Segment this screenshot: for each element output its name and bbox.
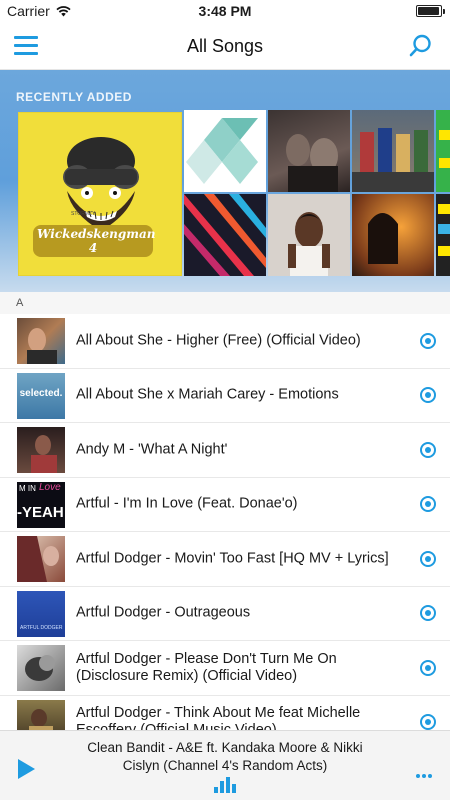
download-indicator-icon[interactable] — [420, 387, 436, 404]
play-icon[interactable] — [18, 759, 35, 779]
song-title: Andy M - 'What A Night' — [76, 441, 228, 458]
download-indicator-icon[interactable] — [420, 441, 436, 458]
song-row[interactable]: selected. All About She x Mariah Carey -… — [0, 369, 450, 423]
download-indicator-icon[interactable] — [420, 332, 436, 349]
album-tile[interactable] — [184, 110, 266, 192]
battery-icon — [416, 5, 445, 17]
page-title: All Songs — [186, 36, 264, 56]
recently-added-title: RECENTLY ADDED — [16, 90, 132, 104]
album-tile[interactable] — [268, 194, 350, 276]
song-thumbnail — [17, 427, 65, 473]
song-list: All About She - Higher (Free) (Official … — [0, 314, 450, 730]
song-row[interactable]: All About She - Higher (Free) (Official … — [0, 314, 450, 369]
song-title: Artful Dodger - Please Don't Turn Me On … — [76, 650, 337, 684]
now-playing-title[interactable]: Clean Bandit - A&E ft. Kandaka Moore & N… — [70, 739, 380, 775]
album-tile[interactable] — [352, 194, 434, 276]
section-header-letter: A — [0, 292, 450, 314]
song-row[interactable]: Andy M - 'What A Night' — [0, 423, 450, 478]
album-tile[interactable] — [436, 110, 450, 192]
album-tile[interactable] — [268, 110, 350, 192]
song-title: Artful Dodger - Movin' Too Fast [HQ MV +… — [76, 550, 389, 567]
song-thumbnail — [17, 318, 65, 364]
portrait-photo-art — [288, 212, 330, 276]
song-title: Artful Dodger - Think About Me feat Mich… — [76, 705, 361, 730]
album-tile[interactable] — [436, 194, 450, 276]
featured-art-title: Wickedskengman 4 — [33, 225, 156, 257]
song-title: All About She x Mariah Carey - Emotions — [76, 386, 339, 403]
download-indicator-icon[interactable] — [420, 659, 436, 676]
download-indicator-icon[interactable] — [420, 605, 436, 622]
song-thumbnail — [17, 536, 65, 582]
song-row[interactable]: ARTFUL DODGER Artful Dodger - Outrageous — [0, 587, 450, 641]
thumbnail-text: M IN — [19, 483, 36, 493]
song-title: Artful - I'm In Love (Feat. Donae'o) — [76, 495, 298, 512]
download-indicator-icon[interactable] — [420, 496, 436, 513]
download-indicator-icon[interactable] — [420, 550, 436, 567]
song-title: All About She - Higher (Free) (Official … — [76, 332, 361, 349]
album-tile[interactable] — [352, 110, 434, 192]
song-thumbnail — [17, 699, 65, 730]
thumbnail-text: Love — [39, 481, 61, 493]
equalizer-icon[interactable] — [214, 777, 236, 793]
recently-added-section: RECENTLY ADDED Wickedskengman 4 STORMZY — [0, 70, 450, 292]
more-icon[interactable] — [416, 765, 434, 778]
sunset-portrait-art — [368, 213, 398, 264]
download-indicator-icon[interactable] — [420, 714, 436, 730]
thumbnail-text: -YEAH — [17, 503, 64, 521]
thumbnail-text: selected. — [19, 387, 63, 399]
status-time: 3:48 PM — [198, 3, 252, 19]
song-thumbnail: M IN Love -YEAH — [17, 481, 65, 528]
song-row[interactable]: Artful Dodger - Movin' Too Fast [HQ MV +… — [0, 532, 450, 587]
song-row[interactable]: Artful Dodger - Think About Me feat Mich… — [0, 696, 450, 730]
album-tile[interactable] — [184, 194, 266, 276]
status-bar: Carrier 3:48 PM — [0, 0, 450, 22]
song-thumbnail: selected. — [17, 372, 65, 419]
diamond-logo-art — [186, 118, 258, 184]
neon-stripes-art — [184, 194, 266, 276]
search-icon[interactable] — [408, 33, 434, 59]
navigation-bar: All Songs — [0, 22, 450, 70]
mini-player[interactable]: Clean Bandit - A&E ft. Kandaka Moore & N… — [0, 730, 450, 800]
featured-art-label: STORMZY — [71, 211, 96, 217]
thumbnail-text: ARTFUL DODGER — [20, 624, 63, 631]
song-title: Artful Dodger - Outrageous — [76, 604, 251, 621]
song-thumbnail — [17, 645, 65, 691]
song-row[interactable]: M IN Love -YEAH Artful - I'm In Love (Fe… — [0, 478, 450, 532]
song-thumbnail: ARTFUL DODGER — [17, 590, 65, 637]
people-photo-art — [286, 134, 338, 192]
song-row[interactable]: Artful Dodger - Please Don't Turn Me On … — [0, 641, 450, 696]
featured-album-art[interactable]: Wickedskengman 4 STORMZY — [18, 112, 182, 276]
dancers-photo-art — [352, 128, 434, 192]
